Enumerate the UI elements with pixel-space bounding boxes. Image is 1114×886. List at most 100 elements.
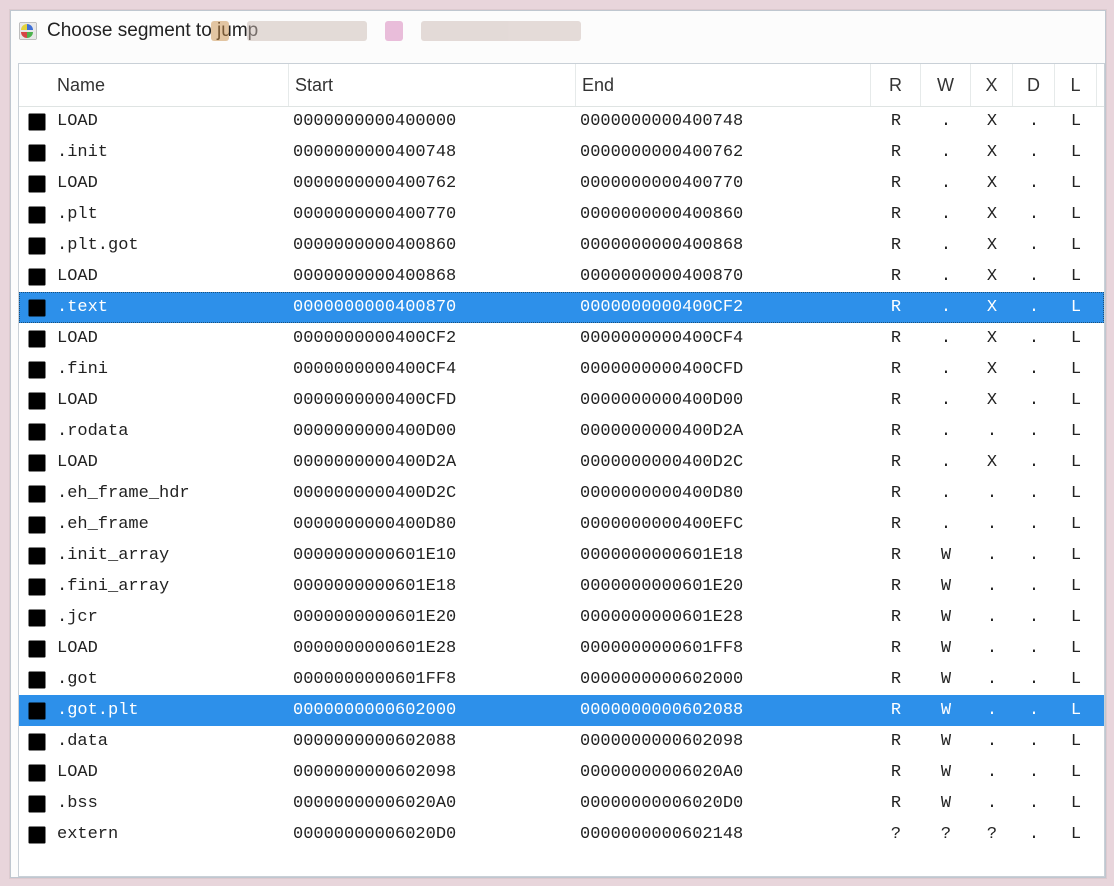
cell-r: R: [871, 701, 921, 720]
table-row[interactable]: .jcr0000000000601E200000000000601E28RW..…: [19, 602, 1104, 633]
cell-end: 0000000000602000: [576, 670, 871, 689]
table-row[interactable]: .eh_frame0000000000400D800000000000400EF…: [19, 509, 1104, 540]
cell-x: .: [971, 639, 1013, 658]
table-row[interactable]: .data00000000006020880000000000602098RW.…: [19, 726, 1104, 757]
cell-l: L: [1055, 577, 1097, 596]
header-start[interactable]: Start: [289, 64, 576, 106]
header-icon-col: [19, 64, 51, 106]
cell-d: .: [1013, 329, 1055, 348]
cell-end: 0000000000601E28: [576, 608, 871, 627]
cell-r: R: [871, 205, 921, 224]
cell-start: 0000000000601FF8: [289, 670, 576, 689]
header-l[interactable]: L: [1055, 64, 1097, 106]
table-row[interactable]: LOAD0000000000400CFD0000000000400D00R.X.…: [19, 385, 1104, 416]
table-row[interactable]: LOAD00000000004000000000000000400748R.X.…: [19, 106, 1104, 137]
header-name[interactable]: Name: [51, 64, 289, 106]
cell-x: .: [971, 515, 1013, 534]
cell-name: .fini: [51, 360, 289, 379]
cell-start: 0000000000400CF2: [289, 329, 576, 348]
table-row[interactable]: .plt.got00000000004008600000000000400868…: [19, 230, 1104, 261]
cell-r: R: [871, 515, 921, 534]
table-row[interactable]: .got.plt00000000006020000000000000602088…: [19, 695, 1104, 726]
cell-w: W: [921, 794, 971, 813]
cell-end: 0000000000400870: [576, 267, 871, 286]
header-w[interactable]: W: [921, 64, 971, 106]
cell-r: R: [871, 422, 921, 441]
cell-r: R: [871, 670, 921, 689]
cell-w: W: [921, 608, 971, 627]
cell-d: .: [1013, 143, 1055, 162]
cell-start: 0000000000400748: [289, 143, 576, 162]
cell-w: ?: [921, 825, 971, 844]
cell-r: R: [871, 577, 921, 596]
segment-icon: [19, 361, 51, 379]
header-end[interactable]: End: [576, 64, 871, 106]
cell-w: .: [921, 422, 971, 441]
cell-start: 0000000000400770: [289, 205, 576, 224]
cell-start: 00000000006020D0: [289, 825, 576, 844]
table-row[interactable]: LOAD0000000000400CF20000000000400CF4R.X.…: [19, 323, 1104, 354]
header-d[interactable]: D: [1013, 64, 1055, 106]
header-r[interactable]: R: [871, 64, 921, 106]
cell-x: .: [971, 546, 1013, 565]
cell-l: L: [1055, 608, 1097, 627]
cell-end: 0000000000400D80: [576, 484, 871, 503]
cell-x: X: [971, 360, 1013, 379]
cell-name: .init: [51, 143, 289, 162]
cell-l: L: [1055, 546, 1097, 565]
table-row[interactable]: .init_array0000000000601E100000000000601…: [19, 540, 1104, 571]
cell-d: .: [1013, 515, 1055, 534]
segment-icon: [19, 547, 51, 565]
table-row[interactable]: .text00000000004008700000000000400CF2R.X…: [19, 292, 1104, 323]
cell-name: .bss: [51, 794, 289, 813]
cell-start: 0000000000602088: [289, 732, 576, 751]
table-row[interactable]: .fini0000000000400CF40000000000400CFDR.X…: [19, 354, 1104, 385]
segment-icon: [19, 671, 51, 689]
table-row[interactable]: LOAD00000000004008680000000000400870R.X.…: [19, 261, 1104, 292]
table-row[interactable]: .bss00000000006020A000000000006020D0RW..…: [19, 788, 1104, 819]
table-row[interactable]: .init00000000004007480000000000400762R.X…: [19, 137, 1104, 168]
cell-x: X: [971, 143, 1013, 162]
cell-r: R: [871, 608, 921, 627]
titlebar[interactable]: Choose segment to jump: [11, 11, 1105, 51]
segment-icon: [19, 485, 51, 503]
table-row[interactable]: LOAD0000000000601E280000000000601FF8RW..…: [19, 633, 1104, 664]
cell-x: .: [971, 701, 1013, 720]
cell-l: L: [1055, 298, 1097, 317]
cell-w: .: [921, 391, 971, 410]
cell-start: 0000000000400CF4: [289, 360, 576, 379]
cell-x: .: [971, 670, 1013, 689]
table-row[interactable]: extern00000000006020D00000000000602148??…: [19, 819, 1104, 850]
cell-l: L: [1055, 174, 1097, 193]
cell-r: R: [871, 732, 921, 751]
cell-end: 00000000006020A0: [576, 763, 871, 782]
header-x[interactable]: X: [971, 64, 1013, 106]
table-row[interactable]: .plt00000000004007700000000000400860R.X.…: [19, 199, 1104, 230]
cell-end: 0000000000400CFD: [576, 360, 871, 379]
cell-w: .: [921, 267, 971, 286]
cell-start: 0000000000601E10: [289, 546, 576, 565]
table-row[interactable]: .rodata0000000000400D000000000000400D2AR…: [19, 416, 1104, 447]
table-row[interactable]: .got0000000000601FF80000000000602000RW..…: [19, 664, 1104, 695]
table-row[interactable]: .fini_array0000000000601E180000000000601…: [19, 571, 1104, 602]
table-row[interactable]: LOAD00000000004007620000000000400770R.X.…: [19, 168, 1104, 199]
table-row[interactable]: LOAD000000000060209800000000006020A0RW..…: [19, 757, 1104, 788]
cell-x: .: [971, 794, 1013, 813]
segment-icon: [19, 206, 51, 224]
segment-icon: [19, 640, 51, 658]
cell-name: LOAD: [51, 174, 289, 193]
table-row[interactable]: LOAD0000000000400D2A0000000000400D2CR.X.…: [19, 447, 1104, 478]
table-row[interactable]: .eh_frame_hdr0000000000400D2C00000000004…: [19, 478, 1104, 509]
cell-d: .: [1013, 763, 1055, 782]
cell-start: 00000000006020A0: [289, 794, 576, 813]
cell-l: L: [1055, 205, 1097, 224]
cell-d: .: [1013, 174, 1055, 193]
cell-d: .: [1013, 546, 1055, 565]
blurred-background: [211, 21, 581, 43]
segment-icon: [19, 144, 51, 162]
cell-r: R: [871, 329, 921, 348]
cell-l: L: [1055, 794, 1097, 813]
cell-r: R: [871, 453, 921, 472]
cell-name: .text: [51, 298, 289, 317]
cell-end: 0000000000400EFC: [576, 515, 871, 534]
